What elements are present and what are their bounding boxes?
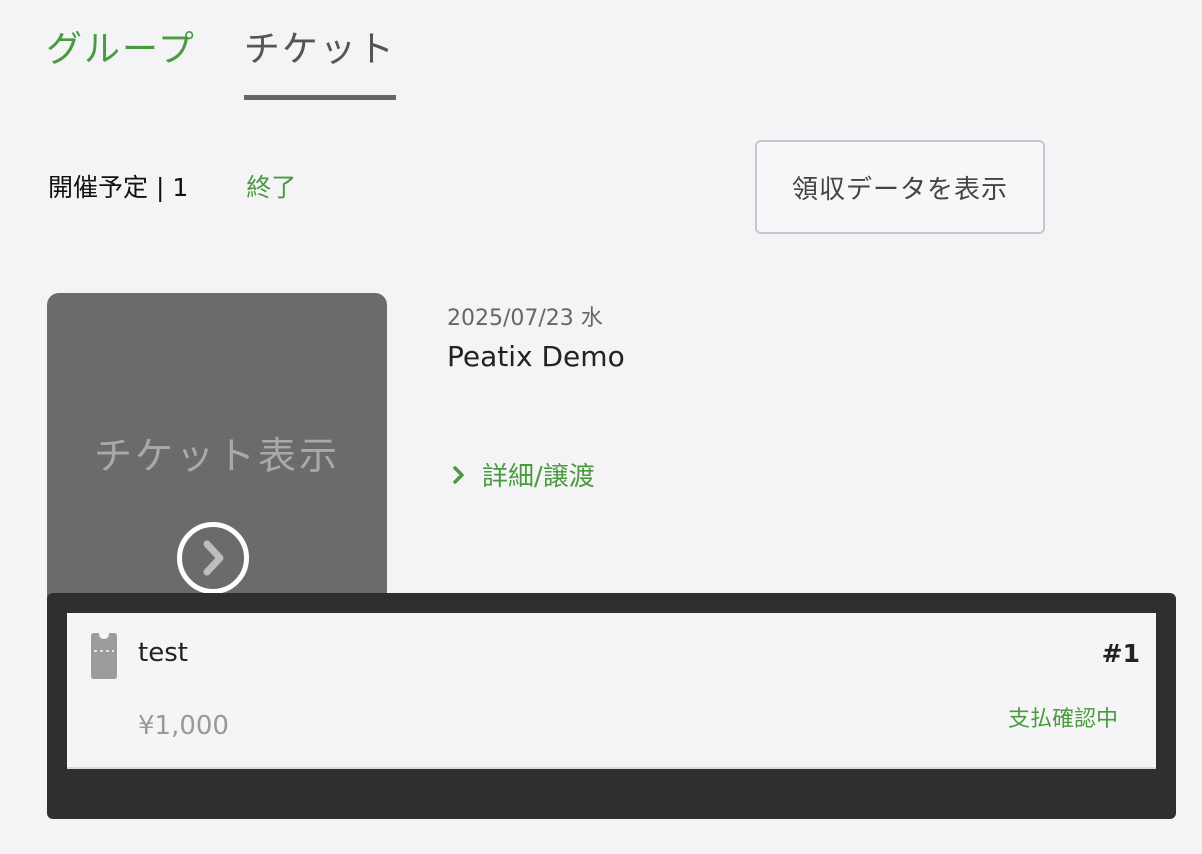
tab-tickets[interactable]: チケット xyxy=(243,24,396,100)
tab-groups[interactable]: グループ xyxy=(46,24,196,100)
event-title[interactable]: Peatix Demo xyxy=(447,340,625,373)
tab-bar: グループ チケット xyxy=(46,24,396,100)
ticket-number: #1 xyxy=(1101,639,1140,668)
ticket-price: ¥1,000 xyxy=(138,711,229,741)
filter-ended[interactable]: 終了 xyxy=(246,168,296,204)
ticket-row[interactable]: test #1 ¥1,000 支払確認中 xyxy=(67,613,1156,769)
ticket-thumbnail-label: チケット表示 xyxy=(93,434,340,478)
detail-transfer-link[interactable]: 詳細/譲渡 xyxy=(452,456,595,493)
filter-upcoming[interactable]: 開催予定 | 1 xyxy=(48,168,188,204)
ticket-name: test xyxy=(138,638,188,668)
chevron-right-circle-icon[interactable] xyxy=(177,522,249,594)
event-date: 2025/07/23 水 xyxy=(447,306,603,331)
ticket-filter: 開催予定 | 1 終了 xyxy=(48,168,296,204)
chevron-right-icon xyxy=(453,465,464,484)
ticket-status-badge: 支払確認中 xyxy=(1007,707,1118,732)
ticket-icon xyxy=(91,633,117,679)
show-receipt-button[interactable]: 領収データを表示 xyxy=(755,140,1045,234)
detail-transfer-label: 詳細/譲渡 xyxy=(482,462,595,492)
